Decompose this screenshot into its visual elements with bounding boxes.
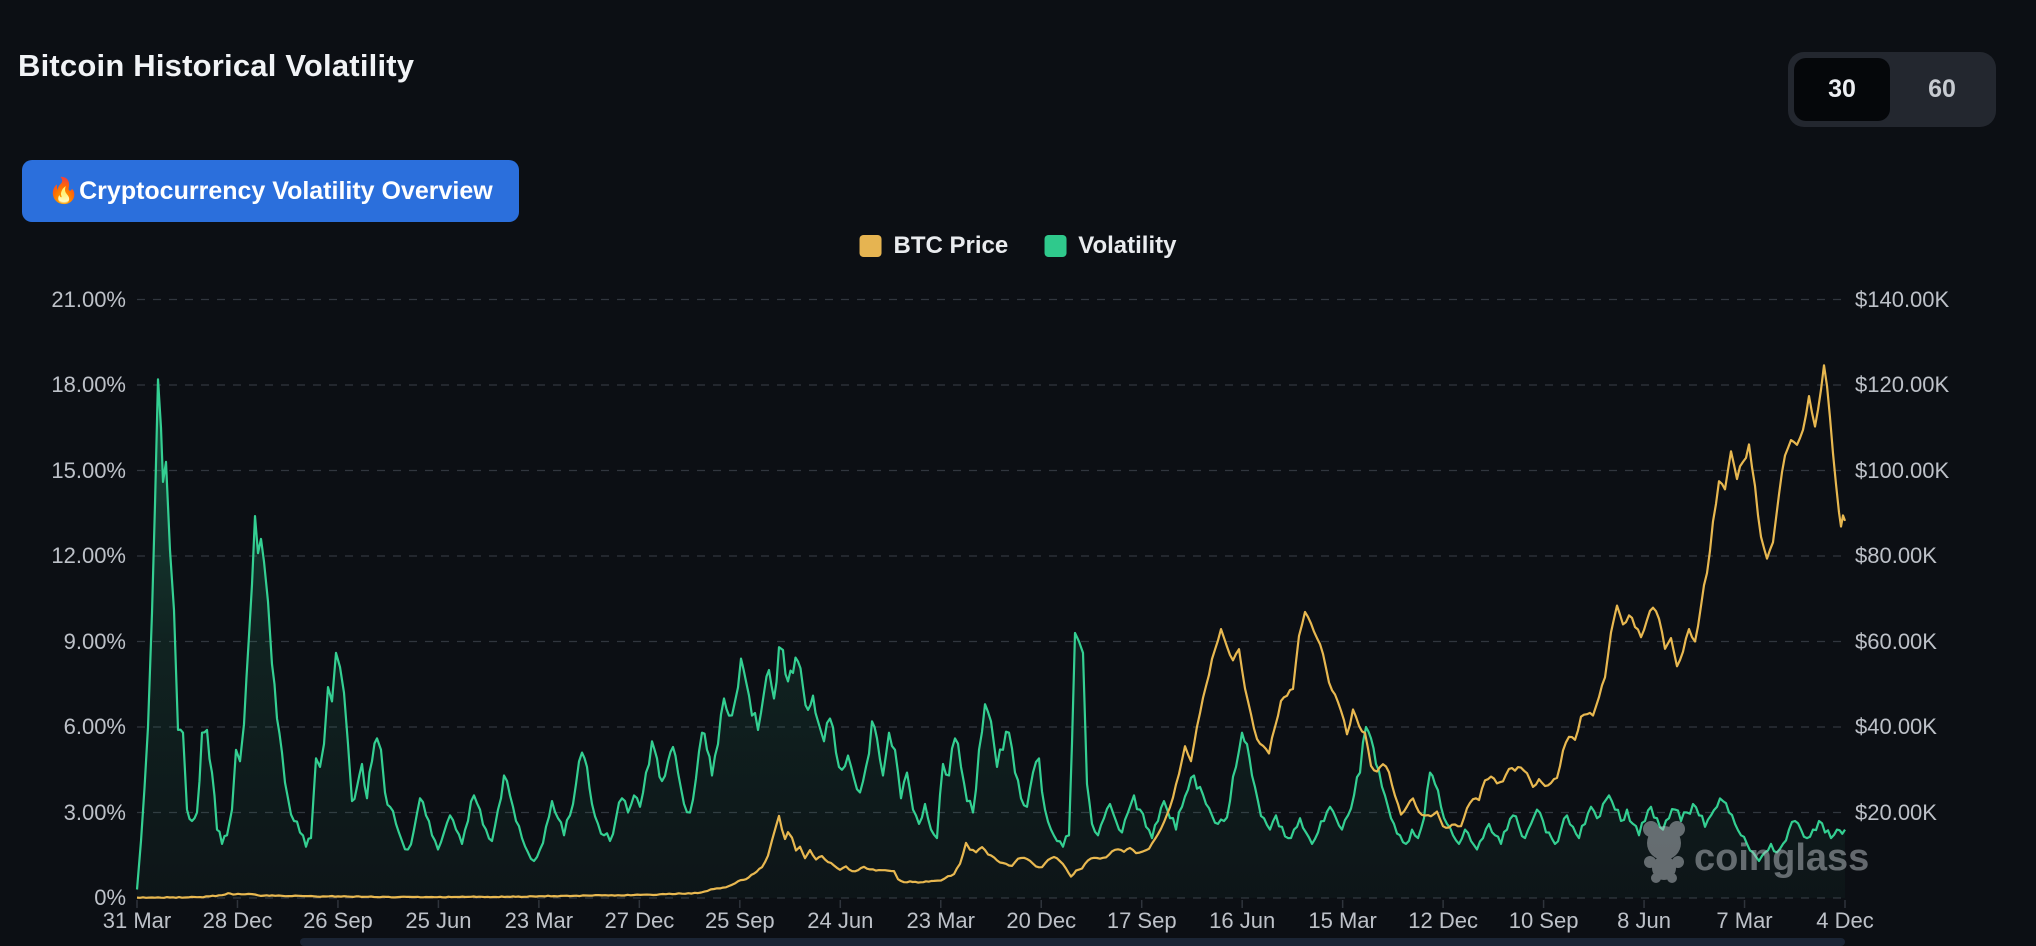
series-layer — [135, 364, 1847, 899]
y-left-tick-label: 15.00% — [51, 457, 126, 483]
y-right-tick-label: $140.00K — [1855, 286, 1950, 312]
horizontal-scrollbar[interactable] — [300, 938, 1845, 946]
y-left-tick-label: 12.00% — [51, 543, 126, 568]
y-left-tick-label: 3.00% — [63, 799, 126, 825]
y-left-tick-label: 9.00% — [63, 628, 126, 654]
y-right-tick-label: $100.00K — [1855, 457, 1950, 483]
y-left-tick-label: 18.00% — [51, 372, 126, 397]
y-right-tick-label: $40.00K — [1855, 714, 1937, 739]
chart-plot-area[interactable]: coinglass — [0, 0, 2036, 946]
y-right-tick-label: $80.00K — [1855, 543, 1937, 568]
x-axis-ticks — [136, 900, 1846, 908]
y-right-tick-label: $120.00K — [1855, 372, 1950, 397]
volatility-area — [137, 379, 1845, 898]
watermark-text: coinglass — [1694, 837, 1869, 879]
y-right-tick-label: $20.00K — [1855, 799, 1937, 825]
y-right-tick-label: $60.00K — [1855, 628, 1937, 654]
x-tick-label: 4 Dec — [1816, 908, 1874, 933]
y-left-tick-label: 6.00% — [63, 714, 126, 739]
coinglass-volatility-page: { "header": { "title": "Bitcoin Historic… — [0, 0, 2036, 946]
y-left-tick-label: 21.00% — [51, 286, 126, 312]
